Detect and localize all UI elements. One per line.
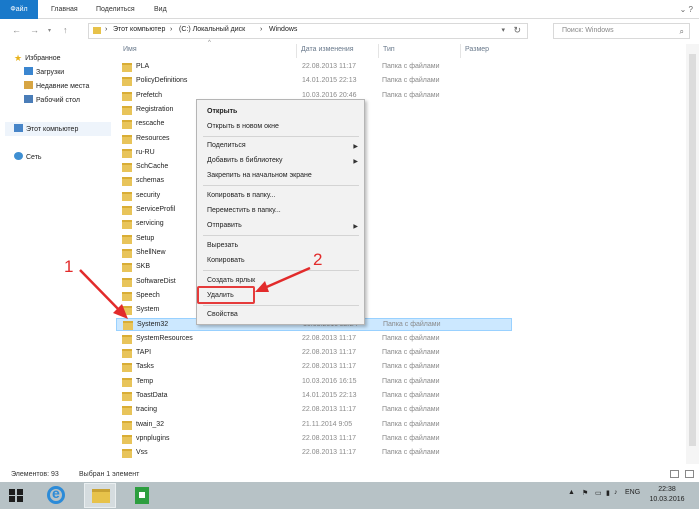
taskbar-internet-explorer[interactable] bbox=[40, 483, 72, 508]
status-item-count: Элементов: 93 bbox=[11, 471, 59, 478]
arrow-1-line bbox=[79, 269, 124, 315]
arrow-2-head bbox=[255, 281, 269, 292]
volume-icon[interactable]: ♪ bbox=[614, 489, 618, 496]
clock-time: 22:38 bbox=[658, 486, 676, 493]
internet-explorer-icon bbox=[47, 485, 65, 504]
taskbar: ▲ ⚑ ▭ ▮ ♪ ENG 22:38 10.03.2016 bbox=[0, 482, 699, 509]
file-explorer-icon bbox=[92, 489, 110, 503]
taskbar-store[interactable] bbox=[126, 483, 158, 508]
status-selected: Выбран 1 элемент bbox=[79, 471, 140, 478]
battery-icon[interactable]: ▭ bbox=[595, 489, 602, 497]
clock-date: 10.03.2016 bbox=[649, 496, 685, 503]
large-icons-view-icon[interactable] bbox=[685, 470, 694, 478]
status-bar: Элементов: 93 Выбран 1 элемент bbox=[0, 466, 699, 482]
arrow-2-line bbox=[261, 266, 311, 291]
annotation-number-1: 1 bbox=[64, 257, 74, 276]
store-icon bbox=[135, 487, 149, 504]
annotation-number-2: 2 bbox=[313, 250, 323, 269]
clock[interactable]: 22:38 10.03.2016 bbox=[644, 485, 690, 505]
details-view-icon[interactable] bbox=[670, 470, 679, 478]
language-indicator[interactable]: ENG bbox=[625, 489, 640, 496]
flag-icon[interactable]: ⚑ bbox=[582, 489, 588, 497]
network-tray-icon[interactable]: ▮ bbox=[606, 489, 610, 497]
windows-start-icon[interactable] bbox=[9, 489, 23, 502]
taskbar-file-explorer[interactable] bbox=[84, 483, 116, 508]
annotation-arrows bbox=[79, 266, 311, 319]
tray-expand-icon[interactable]: ▲ bbox=[568, 489, 575, 496]
